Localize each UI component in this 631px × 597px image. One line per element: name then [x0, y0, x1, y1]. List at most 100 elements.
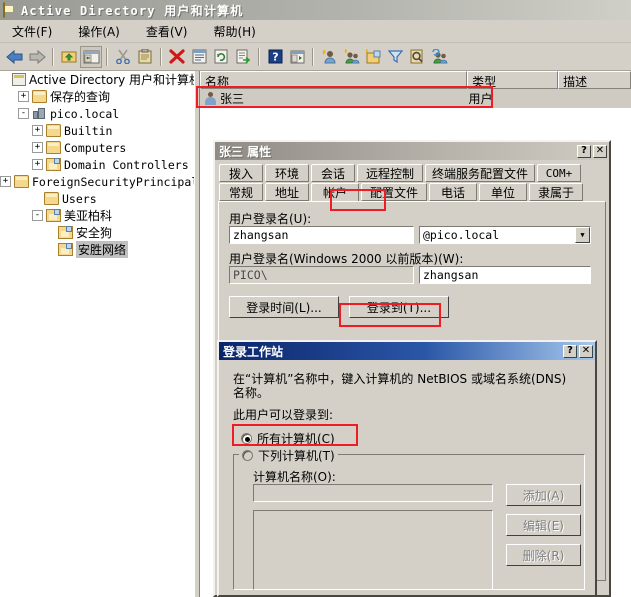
- tab-member-of[interactable]: 隶属于: [529, 183, 583, 201]
- up-one-level-icon[interactable]: [58, 46, 80, 68]
- upn-label: 用户登录名(U):: [229, 212, 312, 226]
- table-row[interactable]: 张三 用户: [200, 89, 631, 108]
- ou-icon: [58, 243, 73, 256]
- delete-icon[interactable]: [166, 46, 188, 68]
- logon-description-line2: 名称。: [233, 386, 270, 400]
- back-icon[interactable]: [4, 46, 26, 68]
- row-name-cell: 张三: [200, 90, 465, 107]
- upn-input[interactable]: zhangsan: [229, 226, 414, 244]
- remove-button[interactable]: 删除(R): [506, 544, 581, 566]
- tree-expander-plus-icon[interactable]: +: [32, 159, 43, 170]
- tree-expander-minus-icon[interactable]: -: [32, 210, 43, 221]
- screen-root: Active Directory 用户和计算机 文件(F) 操作(A) 查看(V…: [0, 0, 631, 597]
- radio-on-icon: [241, 433, 252, 444]
- tab-dialin[interactable]: 拨入: [219, 164, 263, 182]
- paste-icon[interactable]: [134, 46, 156, 68]
- ou-icon: [46, 158, 61, 171]
- tab-profile[interactable]: 配置文件: [361, 183, 427, 201]
- window-title-bar: Active Directory 用户和计算机: [0, 0, 631, 20]
- toolbar-separator: [312, 47, 314, 66]
- tree-node-5[interactable]: + Domain Controllers: [0, 156, 194, 173]
- forward-icon[interactable]: [26, 46, 48, 68]
- domain-icon: [32, 107, 47, 120]
- new-user-icon[interactable]: [318, 46, 340, 68]
- filter-icon[interactable]: [384, 46, 406, 68]
- edit-button[interactable]: 编辑(E): [506, 514, 581, 536]
- tab-organization[interactable]: 单位: [479, 183, 527, 201]
- ou-icon: [58, 226, 73, 239]
- tree-node-10[interactable]: 安胜网络: [0, 241, 194, 258]
- pre2000-domain-input: PICO\: [229, 266, 414, 284]
- pre2000-logon-name-input[interactable]: zhangsan: [419, 266, 591, 284]
- tree-expander-plus-icon[interactable]: +: [18, 91, 29, 102]
- manage-group-icon[interactable]: [428, 46, 450, 68]
- tree-expander-placeholder: [46, 228, 55, 237]
- tree-node-4[interactable]: + Computers: [0, 139, 194, 156]
- close-button[interactable]: ✕: [593, 144, 607, 158]
- tab-strip-row-2: 常规 地址 帐户 配置文件 电话 单位 隶属于: [215, 183, 609, 202]
- ou-icon: [46, 209, 61, 222]
- chevron-down-icon[interactable]: ▼: [575, 227, 590, 243]
- tree-node-8[interactable]: - 美亚柏科: [0, 207, 194, 224]
- close-button[interactable]: ✕: [579, 344, 593, 358]
- export-list-icon[interactable]: [232, 46, 254, 68]
- folder-icon: [44, 192, 59, 205]
- tree-node-9[interactable]: 安全狗: [0, 224, 194, 241]
- cut-icon[interactable]: [112, 46, 134, 68]
- radio-all-computers[interactable]: 所有计算机(C): [241, 430, 335, 447]
- help-button[interactable]: ?: [577, 144, 591, 158]
- tree-expander-plus-icon[interactable]: +: [32, 142, 43, 153]
- help-icon[interactable]: ?: [264, 46, 286, 68]
- tab-account[interactable]: 帐户: [311, 183, 359, 202]
- tab-address[interactable]: 地址: [265, 183, 309, 201]
- tab-terminal-services-profile[interactable]: 终端服务配置文件: [425, 164, 535, 182]
- logon-hours-button[interactable]: 登录时间(L)...: [229, 296, 339, 318]
- toolbar-separator: [160, 47, 162, 66]
- tree-node-2[interactable]: - pico.local: [0, 105, 194, 122]
- column-header-type[interactable]: 类型: [467, 71, 559, 89]
- menu-action[interactable]: 操作(A): [74, 21, 124, 42]
- computer-list-box[interactable]: [253, 510, 493, 590]
- logon-workstations-dialog: 登录工作站 ? ✕ 在“计算机”名称中，键入计算机的 NetBIOS 或域名系统…: [217, 340, 597, 597]
- tab-sessions[interactable]: 会话: [311, 164, 355, 182]
- radio-following-computers[interactable]: 下列计算机(T): [239, 447, 338, 463]
- toolbar-separator: [106, 47, 108, 66]
- tab-remote-control[interactable]: 远程控制: [357, 164, 423, 182]
- tab-general[interactable]: 常规: [219, 183, 263, 201]
- tree-node-1[interactable]: + 保存的查询: [0, 88, 194, 105]
- folder-icon: [46, 141, 61, 154]
- tree-node-7[interactable]: Users: [0, 190, 194, 207]
- log-on-to-button[interactable]: 登录到(T)...: [349, 296, 449, 318]
- folder-icon: [32, 90, 47, 103]
- properties-icon[interactable]: [188, 46, 210, 68]
- menu-view[interactable]: 查看(V): [142, 21, 192, 42]
- tree-node-0[interactable]: Active Directory 用户和计算机: [0, 71, 194, 88]
- help-button[interactable]: ?: [563, 344, 577, 358]
- tab-com-plus[interactable]: COM+: [537, 164, 581, 182]
- new-group-icon[interactable]: [340, 46, 362, 68]
- tab-environment[interactable]: 环境: [265, 164, 309, 182]
- show-hide-tree-icon[interactable]: [80, 45, 102, 68]
- tree-expander-plus-icon[interactable]: +: [32, 125, 43, 136]
- tab-telephones[interactable]: 电话: [429, 183, 477, 201]
- folder-icon: [14, 175, 29, 188]
- refresh-icon[interactable]: [210, 46, 232, 68]
- menu-help[interactable]: 帮助(H): [209, 21, 259, 42]
- row-name-text: 张三: [220, 92, 245, 106]
- toolbar-separator: [52, 47, 54, 66]
- computer-name-input[interactable]: [253, 484, 493, 502]
- tree-node-3[interactable]: + Builtin: [0, 122, 194, 139]
- tree-node-6[interactable]: + ForeignSecurityPrincipals: [0, 173, 194, 190]
- upn-suffix-combo[interactable]: @pico.local ▼: [419, 226, 591, 244]
- new-ou-icon[interactable]: [362, 46, 384, 68]
- tree-expander-plus-icon[interactable]: +: [0, 176, 11, 187]
- console-tree-pane[interactable]: Active Directory 用户和计算机 + 保存的查询 - pico.local…: [0, 71, 194, 597]
- find-icon[interactable]: [406, 46, 428, 68]
- add-button[interactable]: 添加(A): [506, 484, 581, 506]
- tree-expander-minus-icon[interactable]: -: [18, 108, 29, 119]
- console-icon[interactable]: [286, 46, 308, 68]
- radio-following-computers-label: 下列计算机(T): [258, 449, 335, 463]
- column-header-description[interactable]: 描述: [558, 71, 631, 89]
- menu-file[interactable]: 文件(F): [8, 21, 56, 42]
- column-header-name[interactable]: 名称: [200, 71, 468, 89]
